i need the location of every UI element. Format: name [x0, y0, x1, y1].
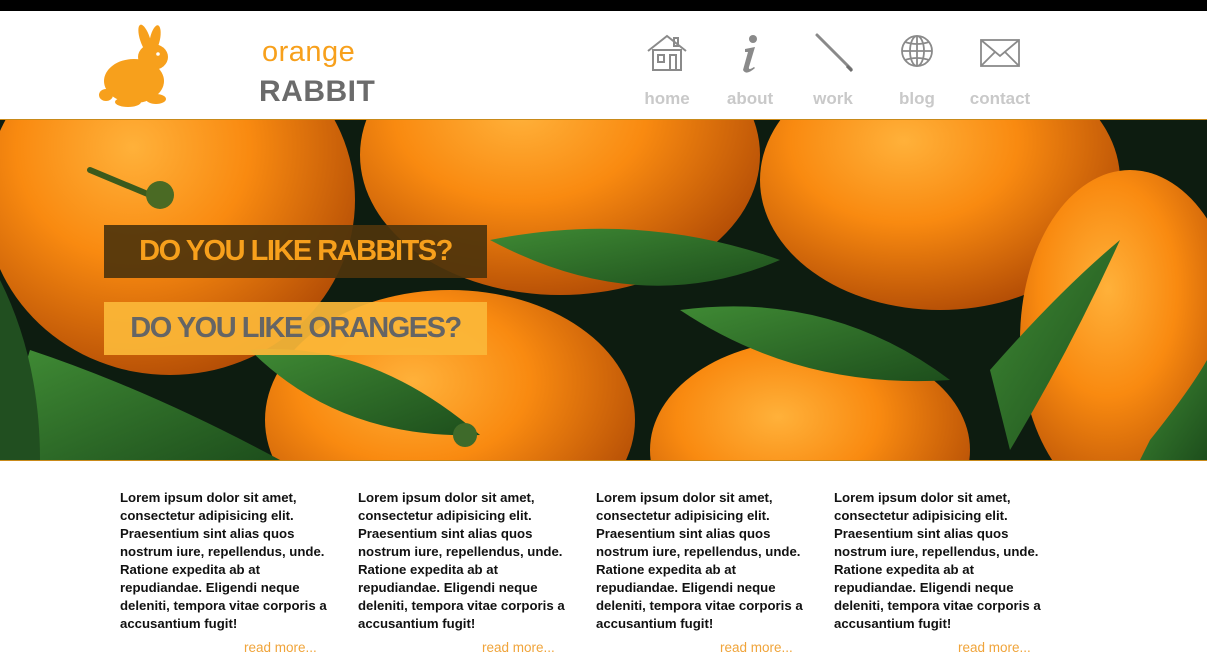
- info-icon: [743, 35, 757, 73]
- globe-icon: [901, 35, 933, 67]
- nav-label-blog: blog: [899, 89, 935, 108]
- hero-headline-rabbits: DO YOU LIKE RABBITS?: [104, 225, 487, 278]
- nav-item-about[interactable]: about: [708, 31, 792, 111]
- column-text: Lorem ipsum dolor sit amet, consectetur …: [120, 490, 327, 631]
- top-bar: [0, 0, 1207, 11]
- content-column-1: Lorem ipsum dolor sit amet, consectetur …: [120, 489, 332, 633]
- nav-label-home: home: [644, 89, 690, 108]
- read-more-link-2[interactable]: read more...: [482, 640, 555, 655]
- content-column-4: Lorem ipsum dolor sit amet, consectetur …: [834, 489, 1046, 633]
- nav-label-contact: contact: [969, 89, 1031, 108]
- envelope-icon: [980, 39, 1020, 67]
- site-header: orange RABBIT home about work blog conta…: [0, 11, 1207, 119]
- nav-label-work: work: [813, 89, 853, 108]
- hero-banner: DO YOU LIKE RABBITS? DO YOU LIKE ORANGES…: [0, 119, 1207, 461]
- read-more-link-4[interactable]: read more...: [958, 640, 1031, 655]
- oranges-photo: [0, 120, 1207, 460]
- read-more-link-3[interactable]: read more...: [720, 640, 793, 655]
- nav-item-contact[interactable]: contact: [958, 31, 1042, 111]
- nav-item-home[interactable]: home: [625, 31, 709, 111]
- content-column-3: Lorem ipsum dolor sit amet, consectetur …: [596, 489, 808, 633]
- brand-line-orange: orange: [262, 36, 356, 68]
- content-column-2: Lorem ipsum dolor sit amet, consectetur …: [358, 489, 570, 633]
- pencil-icon: [815, 33, 854, 73]
- column-text: Lorem ipsum dolor sit amet, consectetur …: [834, 490, 1041, 631]
- column-text: Lorem ipsum dolor sit amet, consectetur …: [596, 490, 803, 631]
- rabbit-logo-icon[interactable]: [98, 17, 178, 107]
- house-icon: [647, 34, 687, 71]
- nav-item-work[interactable]: work: [791, 31, 875, 111]
- nav-label-about: about: [726, 89, 774, 108]
- brand-line-rabbit: RABBIT: [259, 75, 376, 108]
- hero-headline-oranges: DO YOU LIKE ORANGES?: [104, 302, 487, 355]
- column-text: Lorem ipsum dolor sit amet, consectetur …: [358, 490, 565, 631]
- nav-item-blog[interactable]: blog: [875, 31, 959, 111]
- read-more-link-1[interactable]: read more...: [244, 640, 317, 655]
